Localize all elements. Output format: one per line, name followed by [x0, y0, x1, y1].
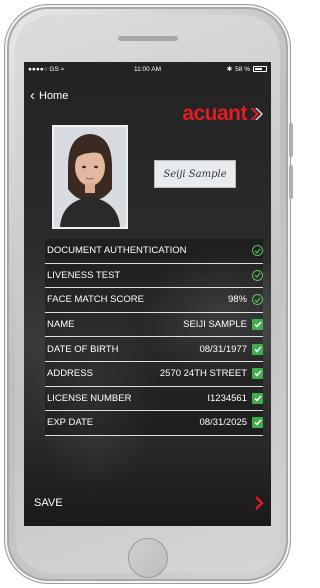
logo-text: acuant: [182, 102, 247, 125]
acuant-logo: acuant: [182, 102, 263, 126]
status-right: ✱ 58 %: [227, 65, 267, 73]
battery-icon: [253, 66, 267, 72]
result-right: 08/31/1977: [199, 343, 263, 355]
result-right: [252, 245, 263, 257]
status-bar: ●●●●○ GS ≈ 11:00 AM ✱ 58 %: [24, 62, 271, 78]
result-right: [252, 269, 263, 281]
signature-image: Seiji Sample: [154, 160, 236, 188]
result-row: LICENSE NUMBER I1234561: [45, 386, 263, 412]
bluetooth-icon: ✱: [226, 66, 233, 73]
chevron-left-icon: ‹: [30, 87, 35, 104]
back-button[interactable]: ‹ Home: [30, 87, 69, 104]
results-list: DOCUMENT AUTHENTICATION LIVENESS TEST FACE…: [45, 239, 263, 436]
result-value: 98%: [227, 294, 247, 306]
checkbox-checked-icon[interactable]: [252, 417, 263, 429]
result-row: FACE MATCH SCORE 98%: [45, 288, 263, 313]
logo-arrow-icon: [250, 108, 263, 120]
result-right: 08/31/2025: [199, 417, 263, 429]
result-row: NAME SEIJI SAMPLE: [45, 312, 263, 338]
home-button[interactable]: [128, 538, 168, 578]
result-value: SEIJI SAMPLE: [183, 319, 247, 331]
result-label: NAME: [47, 319, 75, 331]
result-label: LICENSE NUMBER: [47, 392, 132, 404]
result-value: 08/31/2025: [199, 417, 247, 429]
result-label: ADDRESS: [47, 368, 93, 380]
volume-up-button: [289, 123, 293, 157]
checkbox-checked-icon[interactable]: [252, 368, 263, 380]
save-bar[interactable]: SAVE: [34, 496, 264, 510]
result-right: I1234561: [207, 392, 263, 404]
result-label: DOCUMENT AUTHENTICATION: [47, 245, 187, 257]
chevron-right-icon[interactable]: [254, 496, 264, 510]
volume-down-button: [289, 165, 293, 199]
save-button[interactable]: SAVE: [34, 497, 63, 509]
result-row: DOCUMENT AUTHENTICATION: [45, 239, 263, 264]
result-row: LIVENESS TEST: [45, 263, 263, 289]
result-label: DATE OF BIRTH: [47, 343, 119, 355]
speaker-grille: [118, 36, 178, 41]
result-row: ADDRESS 2570 24TH STREET: [45, 361, 263, 387]
checkbox-checked-icon[interactable]: [252, 319, 263, 331]
result-value: 2570 24TH STREET: [159, 368, 247, 380]
checkbox-checked-icon[interactable]: [252, 343, 263, 355]
app-screen: ●●●●○ GS ≈ 11:00 AM ✱ 58 % ‹ Home acuant: [24, 62, 271, 526]
result-label: EXP DATE: [47, 417, 94, 429]
battery-percent: 58 %: [235, 65, 250, 73]
back-label: Home: [39, 90, 69, 102]
verified-circle-check-icon: [252, 245, 263, 257]
portrait-photo: [52, 125, 128, 229]
result-value: 08/31/1977: [199, 343, 247, 355]
result-right: 2570 24TH STREET: [159, 368, 263, 380]
portrait-image: [54, 127, 126, 227]
result-value: I1234561: [207, 392, 247, 404]
result-label: FACE MATCH SCORE: [47, 294, 144, 306]
checkbox-checked-icon[interactable]: [252, 392, 263, 404]
result-right: SEIJI SAMPLE: [183, 319, 263, 331]
result-right: 98%: [227, 294, 263, 306]
result-row: EXP DATE 08/31/2025: [45, 411, 263, 436]
result-row: DATE OF BIRTH 08/31/1977: [45, 337, 263, 362]
verified-circle-check-icon: [252, 294, 263, 306]
result-label: LIVENESS TEST: [47, 269, 121, 281]
verified-circle-check-icon: [252, 269, 263, 281]
